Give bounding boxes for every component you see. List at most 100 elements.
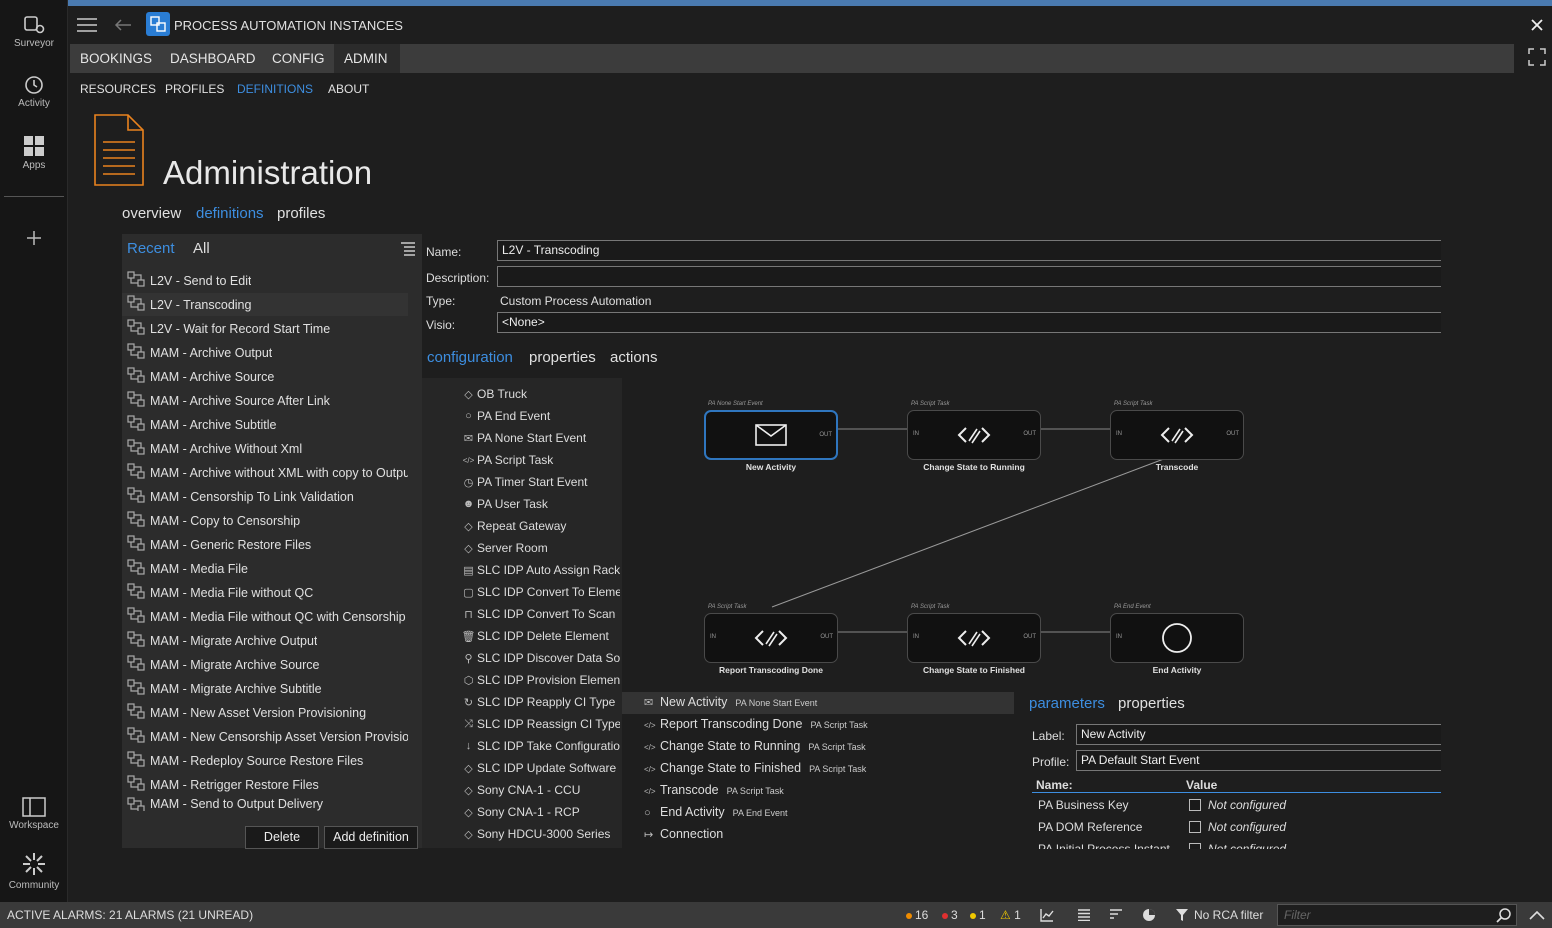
topnav-config[interactable]: CONFIG — [272, 51, 325, 66]
diagram-node[interactable]: IN OUT — [704, 613, 838, 663]
add-app-button[interactable] — [0, 230, 68, 248]
palette-item[interactable]: ▤ SLC IDP Auto Assign Rack — [460, 563, 620, 577]
palette-item[interactable]: ▢ SLC IDP Convert To Element — [460, 585, 620, 599]
filter-input[interactable]: Filter — [1277, 904, 1517, 926]
element-list-item[interactable]: ○ End Activity PA End Event — [644, 805, 788, 819]
chevron-up-icon[interactable] — [1529, 910, 1545, 920]
palette-item[interactable]: ↓ SLC IDP Take Configuration — [460, 739, 620, 753]
pie-chart-icon[interactable] — [1142, 908, 1156, 922]
diagram-node[interactable]: IN — [1110, 613, 1244, 663]
tab-node-properties[interactable]: properties — [1118, 695, 1185, 712]
palette-item[interactable]: ◇ Repeat Gateway — [460, 519, 620, 533]
sort-icon[interactable] — [1109, 909, 1123, 921]
subnav-profiles[interactable]: PROFILES — [165, 82, 224, 96]
list-item[interactable]: MAM - Archive Source After Link — [122, 389, 408, 412]
list-item[interactable]: MAM - Redeploy Source Restore Files — [122, 749, 408, 772]
palette-item[interactable]: ◇ Sony HDCU-3000 Series — [460, 827, 620, 841]
profile-field[interactable]: PA Default Start Event — [1076, 750, 1441, 771]
rca-filter-text[interactable]: No RCA filter — [1194, 908, 1263, 922]
element-list-item[interactable]: </> Change State to Finished PA Script Tas… — [644, 761, 866, 775]
element-list-item[interactable]: ✉ New Activity PA None Start Event — [644, 695, 817, 709]
list-item[interactable]: MAM - Retrigger Restore Files — [122, 773, 408, 796]
alarm-count-red[interactable]: 3 — [942, 908, 958, 922]
list-menu-icon[interactable] — [400, 242, 416, 256]
list-item[interactable]: MAM - Migrate Archive Subtitle — [122, 677, 408, 700]
parameter-checkbox[interactable] — [1189, 843, 1201, 849]
palette-item[interactable]: </> PA Script Task — [460, 453, 620, 467]
sidebar-item-apps[interactable]: Apps — [0, 134, 68, 171]
list-item[interactable]: MAM - Media File without QC with Censors… — [122, 605, 408, 628]
alarm-count-orange[interactable]: 16 — [906, 908, 928, 922]
tab-properties[interactable]: properties — [529, 349, 596, 366]
diagram-node[interactable]: IN OUT — [907, 410, 1041, 460]
sidebar-item-surveyor[interactable]: Surveyor — [0, 14, 68, 49]
topnav-bookings[interactable]: BOOKINGS — [80, 51, 152, 66]
list-item[interactable]: MAM - Archive Without Xml — [122, 437, 408, 460]
list-item[interactable]: MAM - Archive Subtitle — [122, 413, 408, 436]
list-item[interactable]: MAM - Generic Restore Files — [122, 533, 408, 556]
list-item[interactable]: MAM - Send to Output Delivery — [122, 797, 408, 811]
subnav-about[interactable]: ABOUT — [328, 82, 369, 96]
active-alarms-text[interactable]: ACTIVE ALARMS: 21 ALARMS (21 UNREAD) — [7, 908, 253, 922]
alarm-count-warning[interactable]: ⚠ 1 — [1000, 908, 1021, 922]
tab-profiles[interactable]: profiles — [277, 205, 325, 222]
add-definition-button[interactable]: Add definition — [324, 826, 418, 849]
list-item[interactable]: MAM - Archive Source — [122, 365, 408, 388]
palette-item[interactable]: ◇ Server Room — [460, 541, 620, 555]
fullscreen-icon[interactable] — [1528, 48, 1546, 66]
process-diagram[interactable]: PA None Start Event OUT New Activity PA Scr… — [622, 378, 1441, 678]
palette-item[interactable]: ◇ Sony CNA-1 - RCP — [460, 805, 620, 819]
list-item[interactable]: MAM - Media File without QC — [122, 581, 408, 604]
list-item[interactable]: L2V - Transcoding — [122, 293, 408, 316]
search-icon[interactable] — [1496, 907, 1512, 923]
name-field[interactable]: L2V - Transcoding — [497, 240, 1441, 261]
list-item[interactable]: L2V - Wait for Record Start Time — [122, 317, 408, 340]
palette-item[interactable]: 🗑 SLC IDP Delete Element — [460, 629, 620, 643]
hamburger-menu-icon[interactable] — [76, 18, 98, 32]
element-list-item[interactable]: ↦ Connection — [644, 827, 731, 841]
filter-icon[interactable] — [1176, 908, 1188, 922]
sidebar-item-activity[interactable]: Activity — [0, 74, 68, 109]
diagram-node[interactable]: IN OUT — [907, 613, 1041, 663]
list-item[interactable]: MAM - Copy to Censorship — [122, 509, 408, 532]
visio-field[interactable]: <None> — [497, 312, 1441, 333]
subnav-definitions[interactable]: DEFINITIONS — [237, 82, 313, 96]
palette-item[interactable]: ○ PA End Event — [460, 409, 620, 423]
list-item[interactable]: MAM - Archive Output — [122, 341, 408, 364]
trend-icon[interactable] — [1040, 908, 1054, 922]
palette-item[interactable]: ◇ Sony CNA-1 - CCU — [460, 783, 620, 797]
palette-item[interactable]: ◇ SLC IDP Update Software — [460, 761, 620, 775]
diagram-node[interactable]: IN OUT — [1110, 410, 1244, 460]
parameter-checkbox[interactable] — [1189, 821, 1201, 833]
list-item[interactable]: MAM - New Asset Version Provisioning — [122, 701, 408, 724]
element-list-item[interactable]: </> Transcode PA Script Task — [644, 783, 784, 797]
palette-item[interactable]: ⊓ SLC IDP Convert To Scan — [460, 607, 620, 621]
sidebar-item-community[interactable]: Community — [0, 850, 68, 891]
back-arrow-icon[interactable] — [114, 18, 132, 32]
tab-overview[interactable]: overview — [122, 205, 181, 222]
tab-configuration[interactable]: configuration — [427, 349, 513, 366]
list-tab-all[interactable]: All — [193, 240, 210, 257]
palette-item[interactable]: ✉ PA None Start Event — [460, 431, 620, 445]
list-item[interactable]: L2V - Send to Edit — [122, 269, 408, 292]
list-view-icon[interactable] — [1077, 909, 1091, 921]
topnav-dashboard[interactable]: DASHBOARD — [170, 51, 256, 66]
element-list-item[interactable]: </> Report Transcoding Done PA Script Task — [644, 717, 868, 731]
list-item[interactable]: MAM - Migrate Archive Source — [122, 653, 408, 676]
palette-item[interactable]: ☻ PA User Task — [460, 497, 620, 511]
list-item[interactable]: MAM - Archive without XML with copy to O… — [122, 461, 408, 484]
label-field[interactable]: New Activity — [1076, 724, 1441, 745]
palette-item[interactable]: ◇ OB Truck — [460, 387, 620, 401]
sidebar-item-workspace[interactable]: Workspace — [0, 796, 68, 831]
tab-definitions[interactable]: definitions — [196, 205, 264, 222]
alarm-count-yellow[interactable]: 1 — [970, 908, 986, 922]
list-tab-recent[interactable]: Recent — [127, 240, 175, 257]
palette-item[interactable]: ↻ SLC IDP Reapply CI Type — [460, 695, 620, 709]
close-icon[interactable] — [1530, 18, 1544, 32]
element-list-item[interactable]: </> Change State to Running PA Script Task — [644, 739, 866, 753]
tab-actions[interactable]: actions — [610, 349, 658, 366]
delete-button[interactable]: Delete — [245, 826, 319, 849]
palette-item[interactable]: ◷ PA Timer Start Event — [460, 475, 620, 489]
palette-item[interactable]: ⬡ SLC IDP Provision Element — [460, 673, 620, 687]
tab-parameters[interactable]: parameters — [1029, 695, 1105, 712]
